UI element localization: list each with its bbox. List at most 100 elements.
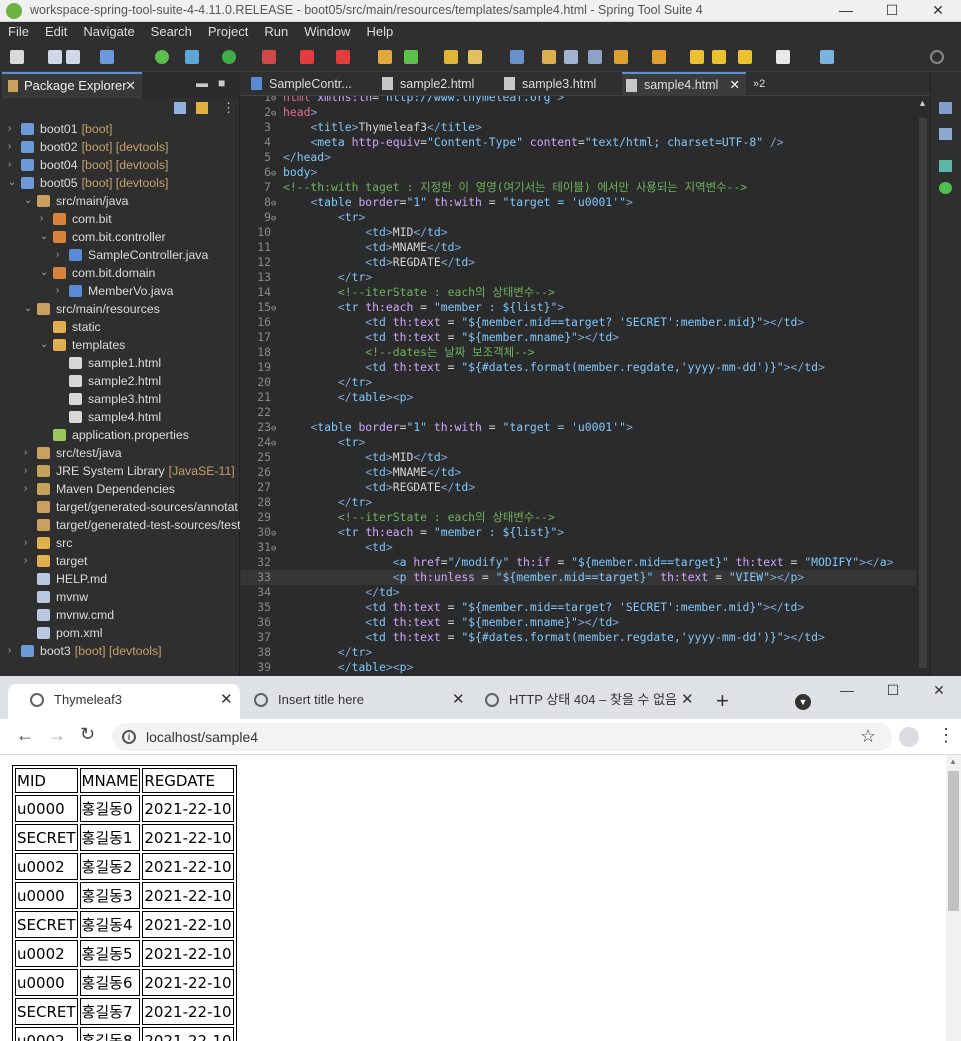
refresh-icon[interactable] — [404, 50, 418, 64]
tree-item[interactable]: ⌄ com.bit.controller — [0, 228, 240, 246]
tab-overflow-button[interactable]: »2 — [749, 72, 779, 96]
tree-item[interactable]: sample1.html — [0, 354, 240, 372]
expand-toggle-icon[interactable]: › — [24, 444, 34, 462]
link-with-editor-icon[interactable] — [196, 102, 208, 114]
expand-toggle-icon[interactable]: ⌄ — [8, 174, 18, 192]
menu-project[interactable]: Project — [200, 22, 256, 42]
expand-toggle-icon[interactable]: › — [8, 138, 18, 156]
code-line[interactable]: 17 <td th:text = "${member.mname}"></td> — [241, 330, 916, 345]
code-line[interactable]: 7 <!--th:with taget : 지정한 이 영영(여기서는 테이블) … — [241, 180, 916, 195]
code-line[interactable]: 1⊖ html xmlns:th="http://www.thymeleaf.or… — [241, 96, 916, 105]
code-line[interactable]: 16 <td th:text = "${member.mid==target? … — [241, 315, 916, 330]
expand-toggle-icon[interactable]: ⌄ — [40, 336, 50, 354]
tree-item[interactable]: ⌄ src/main/resources — [0, 300, 240, 318]
menu-window[interactable]: Window — [296, 22, 358, 42]
browser-tab[interactable]: HTTP 상태 404 – 찾을 수 없음 ✕ — [463, 684, 701, 719]
spring-explorer-icon[interactable] — [939, 160, 952, 172]
code-line[interactable]: 20 </tr> — [241, 375, 916, 390]
tree-item[interactable]: sample2.html — [0, 372, 240, 390]
console-icon[interactable] — [100, 50, 114, 64]
code-line[interactable]: 12 <td>REGDATE</td> — [241, 255, 916, 270]
tree-item[interactable]: › com.bit — [0, 210, 240, 228]
tree-item[interactable]: HELP.md — [0, 570, 240, 588]
menu-file[interactable]: File — [0, 22, 37, 42]
tree-item[interactable]: sample3.html — [0, 390, 240, 408]
scrollbar-thumb[interactable] — [948, 771, 959, 911]
tree-item[interactable]: target/generated-sources/annotat — [0, 498, 240, 516]
code-line[interactable]: 21 </table><p> — [241, 390, 916, 405]
menu-search[interactable]: Search — [143, 22, 200, 42]
close-tab-icon[interactable]: ✕ — [681, 684, 694, 716]
code-line[interactable]: 32 <a href="/modify" th:if = "${member.m… — [241, 555, 916, 570]
expand-toggle-icon[interactable]: ⌄ — [40, 228, 50, 246]
code-line[interactable]: 15⊖ <tr th:each = "member : ${list}"> — [241, 300, 916, 315]
open-type-icon[interactable] — [444, 50, 458, 64]
menu-edit[interactable]: Edit — [37, 22, 75, 42]
browser-maximize-button[interactable]: ☐ — [870, 680, 916, 702]
browser-tab[interactable]: Insert title here ✕ — [232, 684, 470, 719]
mark-occurrences-icon[interactable] — [542, 50, 556, 64]
open-perspective-icon[interactable] — [820, 50, 834, 64]
code-area[interactable]: 1⊖ html xmlns:th="http://www.thymeleaf.or… — [241, 96, 916, 676]
last-edit-icon[interactable] — [690, 50, 704, 64]
view-menu-icon[interactable]: ⋮ — [222, 100, 235, 116]
prev-annotation-icon[interactable] — [652, 50, 666, 64]
chrome-menu-icon[interactable]: ⋮ — [937, 725, 955, 746]
back-icon[interactable] — [738, 50, 752, 64]
code-line[interactable]: 38 </tr> — [241, 645, 916, 660]
tree-item[interactable]: › boot01 [boot] — [0, 120, 240, 138]
code-line[interactable]: 19 <td th:text = "${#dates.format(member… — [241, 360, 916, 375]
page-scrollbar[interactable]: ▲ — [946, 755, 961, 1041]
code-line[interactable]: 13 </tr> — [241, 270, 916, 285]
tree-item[interactable]: › Maven Dependencies — [0, 480, 240, 498]
code-line[interactable]: 30⊖ <tr th:each = "member : ${list}"> — [241, 525, 916, 540]
close-tab-icon[interactable]: ✕ — [730, 74, 740, 96]
expand-toggle-icon[interactable]: › — [8, 156, 18, 174]
code-line[interactable]: 10 <td>MID</td> — [241, 225, 916, 240]
close-button[interactable]: ✕ — [915, 0, 961, 22]
code-line[interactable]: 6⊖ body> — [241, 165, 916, 180]
expand-toggle-icon[interactable]: › — [40, 210, 50, 228]
scroll-up-icon[interactable]: ▲ — [918, 98, 927, 108]
code-line[interactable]: 39 </table><p> — [241, 660, 916, 675]
close-view-icon[interactable]: ✕ — [125, 74, 136, 98]
expand-toggle-icon[interactable]: › — [24, 534, 34, 552]
code-line[interactable]: 5 </head> — [241, 150, 916, 165]
code-line[interactable]: 35 <td th:text = "${member.mid==target? … — [241, 600, 916, 615]
tree-item[interactable]: target/generated-test-sources/test — [0, 516, 240, 534]
minimize-button[interactable]: — — [823, 0, 869, 22]
expand-toggle-icon[interactable]: ⌄ — [24, 192, 34, 210]
tree-item[interactable]: pom.xml — [0, 624, 240, 642]
back-arrow-icon[interactable]: ← — [16, 725, 34, 746]
profile-avatar-icon[interactable] — [899, 727, 919, 747]
tree-item[interactable]: › SampleController.java — [0, 246, 240, 264]
menu-help[interactable]: Help — [358, 22, 401, 42]
tree-item[interactable]: › boot04 [boot] [devtools] — [0, 156, 240, 174]
maximize-view-icon[interactable]: ■ — [218, 76, 225, 90]
code-line[interactable]: 4 <meta http-equiv="Content-Type" conten… — [241, 135, 916, 150]
expand-toggle-icon[interactable]: ⌄ — [40, 264, 50, 282]
run-icon[interactable] — [222, 50, 236, 64]
tree-item[interactable]: › MemberVo.java — [0, 282, 240, 300]
editor-tab[interactable]: sample2.html — [378, 72, 496, 96]
search-tool-icon[interactable] — [468, 50, 482, 64]
editor-tab-active[interactable]: sample4.html ✕ — [622, 72, 746, 96]
tree-item[interactable]: mvnw — [0, 588, 240, 606]
forward-icon[interactable] — [776, 50, 790, 64]
code-line[interactable]: 3 <title>Thymeleaf3</title> — [241, 120, 916, 135]
reload-icon[interactable]: ↻ — [80, 724, 95, 745]
code-line[interactable]: 28 </tr> — [241, 495, 916, 510]
expand-toggle-icon[interactable]: › — [24, 552, 34, 570]
tree-item[interactable]: › src/test/java — [0, 444, 240, 462]
tree-item[interactable]: ⌄ src/main/java — [0, 192, 240, 210]
expand-toggle-icon[interactable]: › — [56, 246, 66, 264]
forward-arrow-icon[interactable]: → — [48, 725, 66, 746]
tree-item[interactable]: › boot3 [boot] [devtools] — [0, 642, 240, 660]
maximize-button[interactable]: ☐ — [869, 0, 915, 22]
tree-item[interactable]: ⌄ com.bit.domain — [0, 264, 240, 282]
stop-icon[interactable] — [300, 50, 314, 64]
tab-search-icon[interactable]: ▼ — [795, 694, 811, 710]
tree-item[interactable]: application.properties — [0, 426, 240, 444]
new-java-project-icon[interactable] — [378, 50, 392, 64]
code-line[interactable]: 33 <p th:unless = "${member.mid==target}… — [241, 570, 916, 585]
